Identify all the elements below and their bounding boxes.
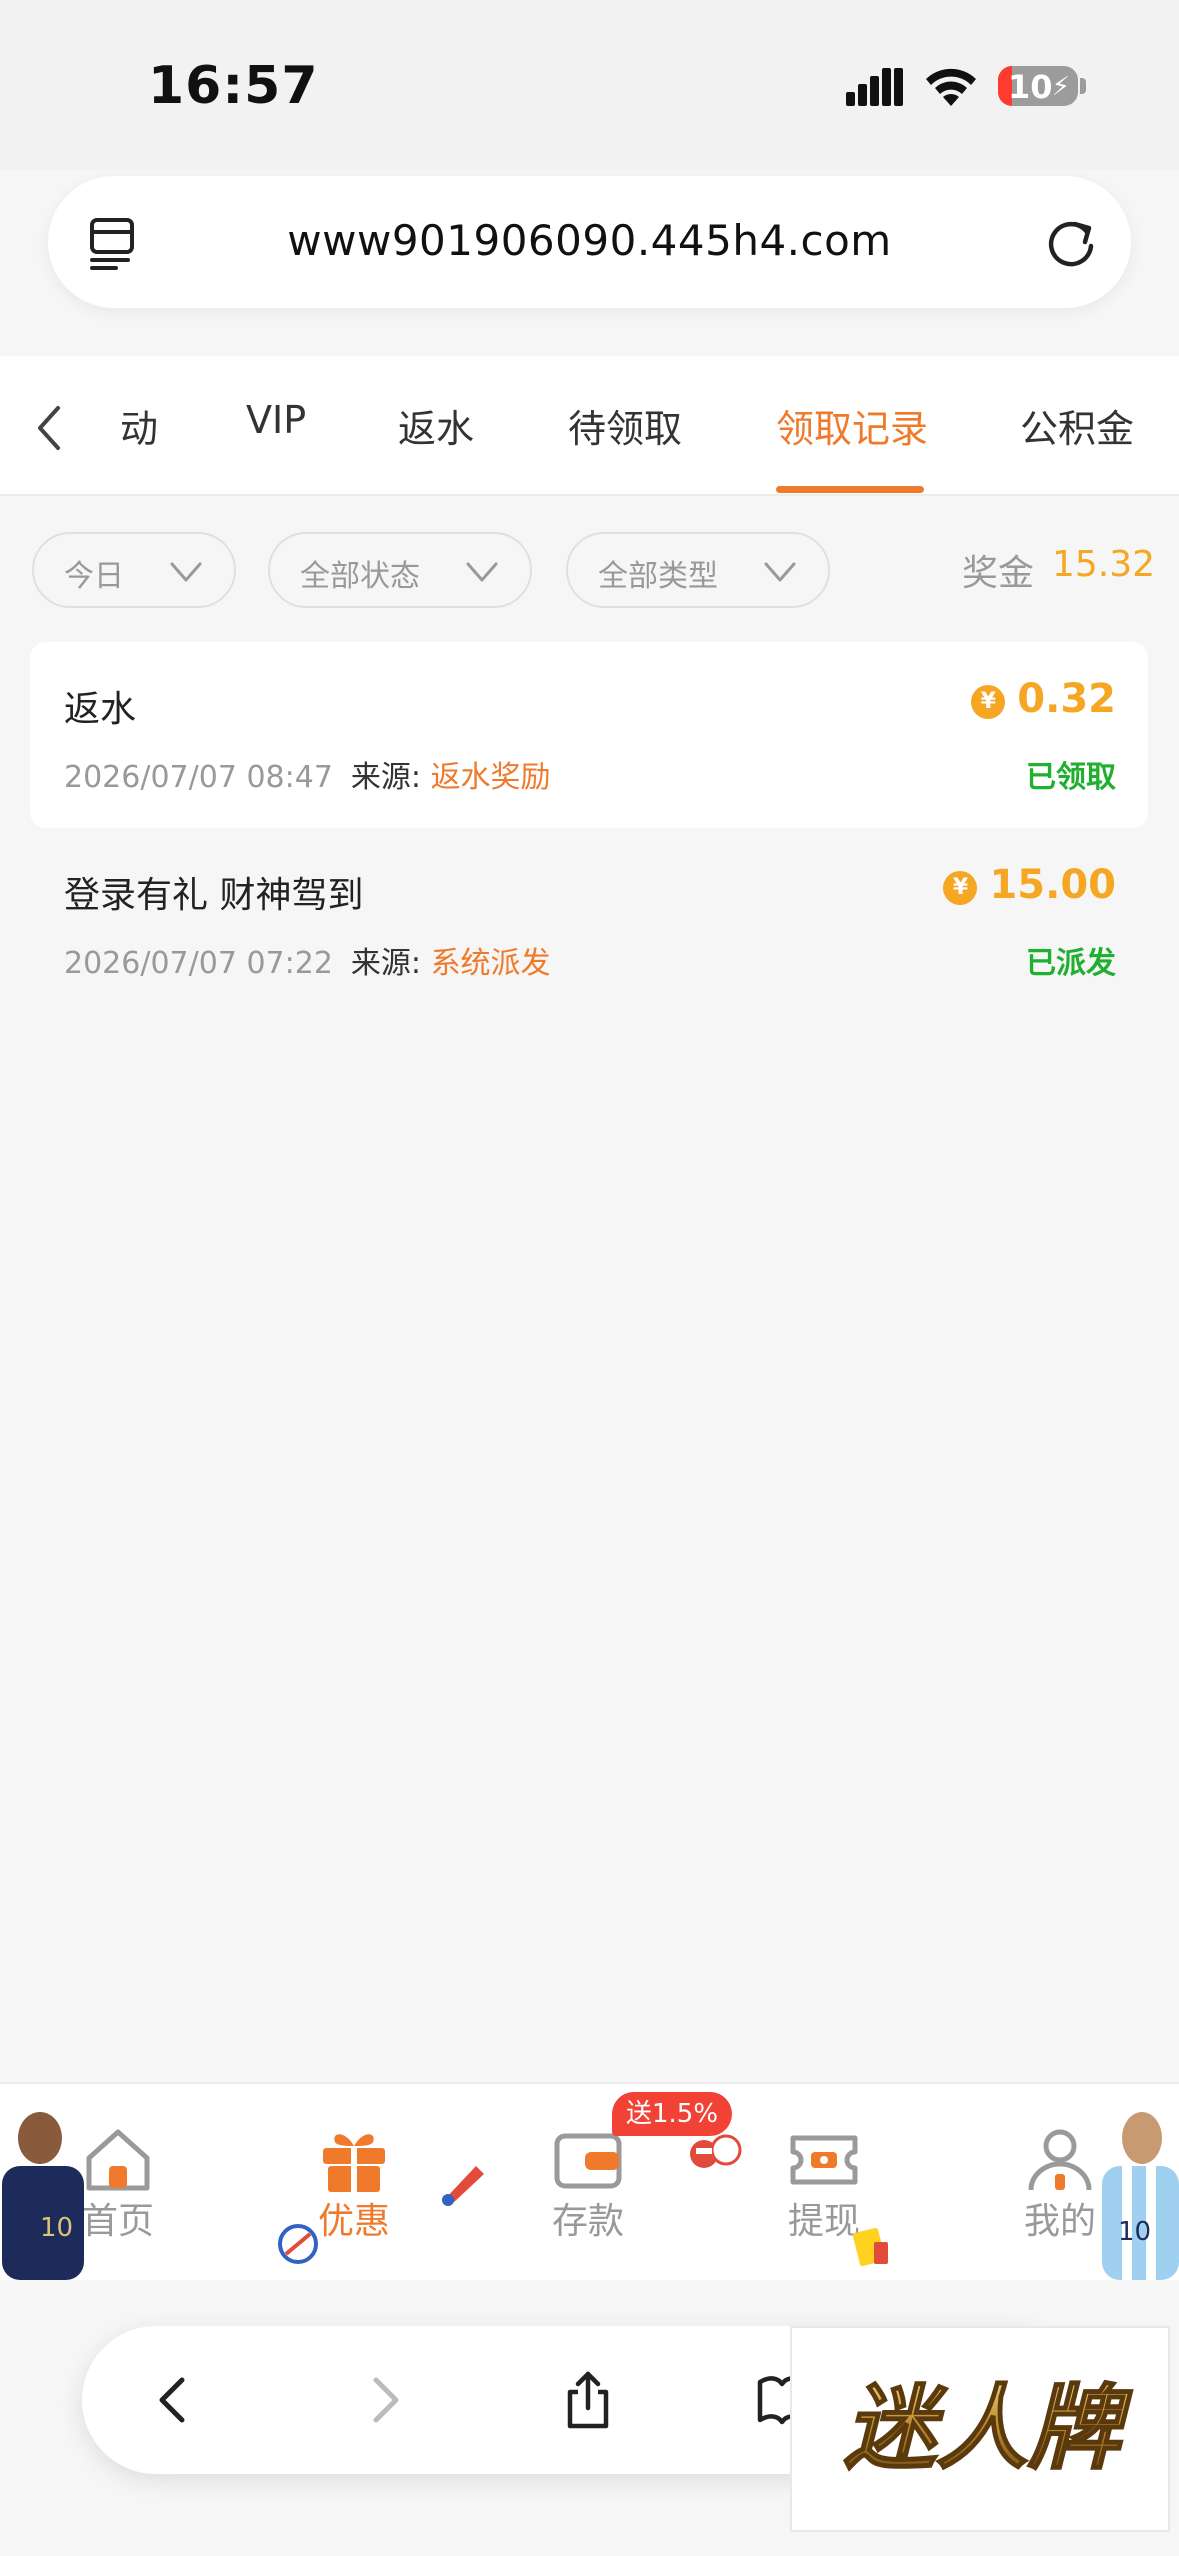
coin-icon: ¥ bbox=[971, 685, 1006, 719]
chevron-left-icon[interactable] bbox=[30, 400, 70, 456]
record-source-label: 来源: bbox=[350, 946, 422, 981]
record-item[interactable]: 返水 2026/07/07 08:47 来源: 返水奖励 ¥0.32 已领取 bbox=[30, 642, 1148, 828]
record-item[interactable]: 登录有礼 财神驾到 2026/07/07 07:22 来源: 系统派发 ¥15.0… bbox=[30, 828, 1148, 1014]
record-amount-value: 0.32 bbox=[1017, 676, 1116, 722]
watermark-logo: 迷人牌 bbox=[843, 2374, 1134, 2483]
chevron-down-icon bbox=[764, 562, 796, 582]
home-icon bbox=[86, 2129, 150, 2191]
date-filter-label: 今日 bbox=[64, 559, 124, 594]
watermark: 迷人牌 bbox=[790, 2326, 1170, 2532]
tab-vip[interactable]: VIP bbox=[246, 398, 306, 442]
record-source-label: 来源: bbox=[350, 760, 422, 795]
gift-icon bbox=[323, 2134, 385, 2192]
record-amount: ¥0.32 bbox=[971, 676, 1116, 722]
tab-activity[interactable]: 动 bbox=[120, 398, 158, 453]
page: 16:57 10 ⚡ www901906090.445h4.com 动 VIP … bbox=[0, 0, 1179, 2556]
record-meta: 2026/07/07 08:47 来源: 返水奖励 bbox=[64, 752, 551, 796]
chevron-down-icon bbox=[466, 562, 498, 582]
share-icon[interactable] bbox=[558, 2370, 618, 2430]
reload-icon[interactable] bbox=[1041, 212, 1101, 272]
ticket-icon bbox=[790, 2135, 858, 2185]
yellow-card-icon bbox=[852, 2227, 888, 2267]
type-filter-label: 全部类型 bbox=[598, 559, 718, 594]
address-bar[interactable]: www901906090.445h4.com bbox=[48, 176, 1131, 308]
watermark-text: 迷人牌 bbox=[844, 2375, 1133, 2482]
record-meta: 2026/07/07 07:22 来源: 系统派发 bbox=[64, 938, 551, 982]
status-filter-label: 全部状态 bbox=[300, 559, 420, 594]
player-right-illustration: 10 bbox=[1102, 2112, 1179, 2280]
bonus-total: 15.32 bbox=[1052, 544, 1156, 585]
record-source: 系统派发 bbox=[430, 946, 551, 981]
record-status: 已派发 bbox=[1026, 946, 1116, 981]
svg-text:10: 10 bbox=[40, 2213, 73, 2243]
active-tab-indicator bbox=[776, 486, 924, 493]
status-filter[interactable]: 全部状态 bbox=[268, 532, 532, 608]
battery-percent: 10 bbox=[1008, 68, 1053, 106]
chevron-down-icon bbox=[170, 562, 202, 582]
charging-bolt-icon: ⚡ bbox=[1051, 72, 1070, 102]
record-source: 返水奖励 bbox=[430, 760, 551, 795]
url-text[interactable]: www901906090.445h4.com bbox=[48, 216, 1131, 265]
nav-deposit[interactable]: 存款 bbox=[518, 2124, 658, 2254]
record-amount-value: 15.00 bbox=[989, 862, 1116, 908]
bonus-label: 奖金 bbox=[962, 553, 1035, 594]
forward-icon[interactable] bbox=[354, 2370, 414, 2430]
user-icon bbox=[1028, 2129, 1092, 2191]
record-title: 返水 bbox=[64, 689, 137, 730]
flags-balls-icon bbox=[690, 2134, 742, 2168]
tab-provident-fund[interactable]: 公积金 bbox=[1020, 398, 1134, 453]
type-filter[interactable]: 全部类型 bbox=[566, 532, 830, 608]
record-datetime: 2026/07/07 07:22 bbox=[64, 946, 333, 981]
status-time: 16:57 bbox=[148, 56, 319, 116]
tab-rebate[interactable]: 返水 bbox=[398, 398, 474, 453]
wifi-icon bbox=[926, 68, 976, 106]
battery-indicator: 10 ⚡ bbox=[998, 66, 1078, 106]
back-icon[interactable] bbox=[144, 2370, 204, 2430]
coin-icon: ¥ bbox=[943, 871, 978, 905]
cellular-signal-icon bbox=[846, 68, 903, 106]
record-title: 登录有礼 财神驾到 bbox=[64, 875, 364, 916]
bottom-nav: 首页 优惠 存款 提现 我的 bbox=[0, 2082, 1179, 2280]
record-status: 已领取 bbox=[1026, 760, 1116, 795]
tab-claim-history[interactable]: 领取记录 bbox=[776, 398, 928, 453]
nav-deposit-label: 存款 bbox=[551, 2201, 624, 2242]
record-amount: ¥15.00 bbox=[943, 862, 1116, 908]
player-left-illustration: 10 bbox=[2, 2112, 84, 2280]
record-datetime: 2026/07/07 08:47 bbox=[64, 760, 333, 795]
vuvuzela-icon bbox=[442, 2166, 484, 2206]
status-bar: 16:57 10 ⚡ bbox=[0, 0, 1179, 170]
tab-pending[interactable]: 待领取 bbox=[568, 398, 682, 453]
tabs-bar: 动 VIP 返水 待领取 领取记录 公积金 bbox=[0, 356, 1179, 496]
battery-cap bbox=[1080, 78, 1086, 94]
ball-icon bbox=[278, 2224, 318, 2264]
date-filter[interactable]: 今日 bbox=[32, 532, 236, 608]
svg-text:10: 10 bbox=[1118, 2217, 1151, 2247]
